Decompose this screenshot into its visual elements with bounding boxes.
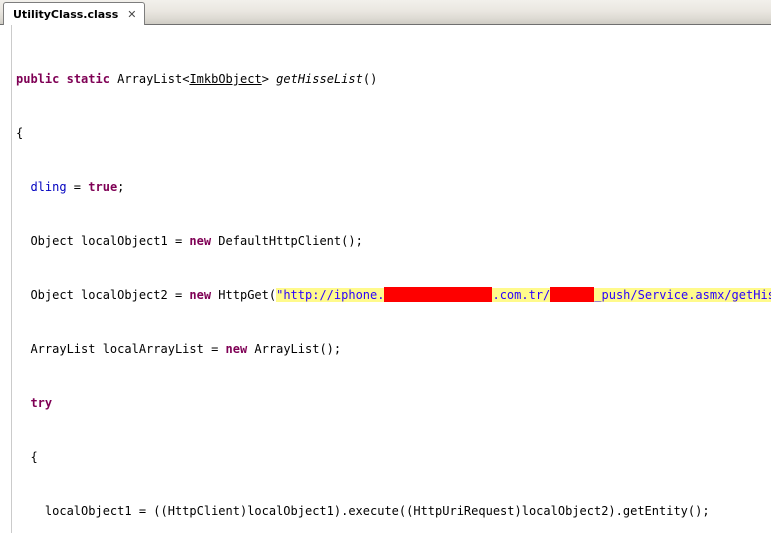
code-line-1: public static ArrayList<ImkbObject> getH… — [16, 72, 378, 86]
code-line-2: { — [16, 126, 24, 140]
tab-utilityclass-class[interactable]: UtilityClass.class ✕ — [3, 2, 145, 25]
code-editor-window: UtilityClass.class ✕ public static Array… — [0, 0, 771, 533]
code-line-9: localObject1 = ((HttpClient)localObject1… — [16, 504, 710, 518]
editor-area[interactable]: public static ArrayList<ImkbObject> getH… — [0, 25, 771, 533]
close-icon[interactable]: ✕ — [127, 9, 136, 20]
code-line-5: Object localObject2 = new HttpGet("http:… — [16, 286, 771, 304]
code-line-4: Object localObject1 = new DefaultHttpCli… — [16, 234, 363, 248]
source-code[interactable]: public static ArrayList<ImkbObject> getH… — [16, 34, 771, 533]
tab-bar: UtilityClass.class ✕ — [0, 0, 771, 25]
code-line-6: ArrayList localArrayList = new ArrayList… — [16, 342, 342, 356]
path-redaction — [550, 287, 595, 302]
folding-gutter-divider — [11, 25, 12, 533]
code-line-8: { — [16, 450, 38, 464]
code-line-3: dling = true; — [30, 180, 125, 194]
domain-redaction — [384, 287, 493, 302]
code-line-7: try — [30, 396, 53, 410]
tab-label: UtilityClass.class — [13, 7, 119, 21]
